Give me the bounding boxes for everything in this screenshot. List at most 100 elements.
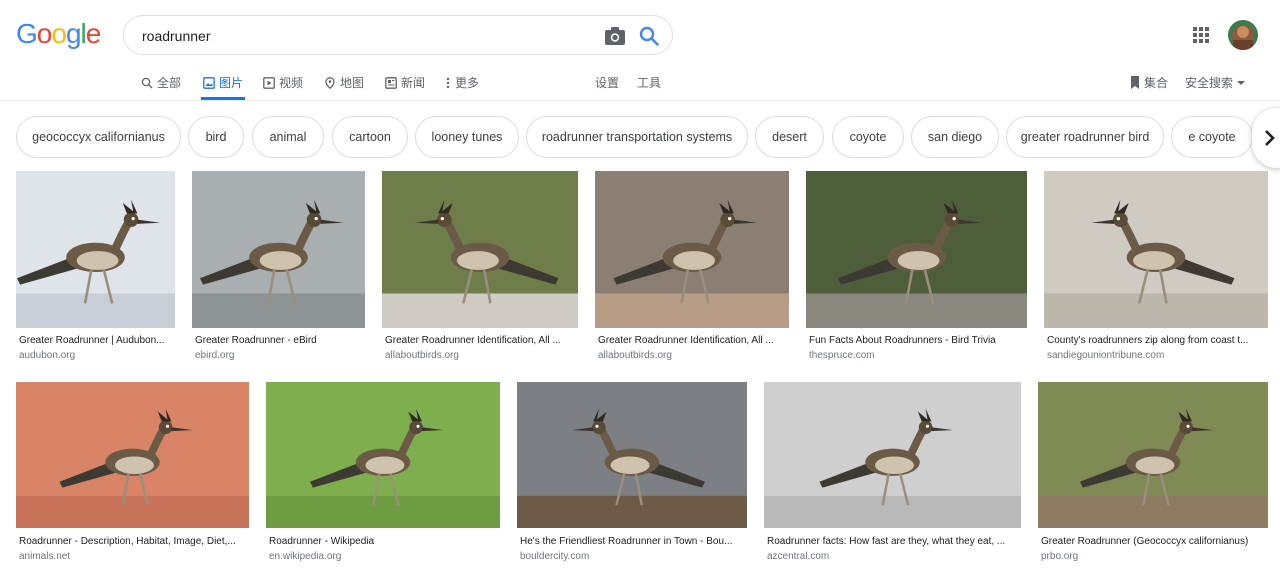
google-logo[interactable]: Google	[16, 18, 102, 50]
search-icon[interactable]	[638, 25, 660, 47]
result-thumbnail[interactable]	[192, 171, 365, 328]
logo-letter: o	[36, 18, 53, 49]
settings-label: 设置	[595, 76, 620, 90]
tab-images[interactable]: 图片	[203, 74, 243, 91]
collections-link[interactable]: 集合	[1130, 74, 1168, 91]
logo-letter: g	[65, 18, 82, 49]
collections-label: 集合	[1144, 76, 1169, 90]
news-icon	[385, 76, 397, 89]
result-domain: bouldercity.com	[520, 551, 590, 562]
search-box	[123, 15, 673, 55]
tab-label: 图片	[219, 76, 244, 90]
image-result[interactable]: County's roadrunners zip along from coas…	[1044, 171, 1268, 364]
image-icon	[203, 76, 215, 89]
tab-more[interactable]: 更多	[445, 74, 479, 91]
result-domain: animals.net	[19, 551, 71, 562]
apps-grid-icon[interactable]	[1192, 26, 1210, 44]
avatar[interactable]	[1228, 20, 1258, 50]
result-domain: thespruce.com	[809, 350, 875, 361]
tab-maps[interactable]: 地图	[324, 74, 364, 91]
chip[interactable]: cartoon	[332, 116, 408, 158]
result-thumbnail[interactable]	[266, 382, 500, 528]
logo-letter: G	[16, 18, 38, 49]
result-caption[interactable]: Greater Roadrunner Identification, All .…	[598, 335, 788, 346]
logo-letter: e	[85, 18, 102, 49]
search-nav: 全部 图片 视频 地图 新闻 更多 设置 工具 集合 安全搜索	[0, 74, 1280, 90]
image-result[interactable]: Greater Roadrunner (Geococcyx california…	[1038, 382, 1268, 565]
result-caption[interactable]: Greater Roadrunner (Geococcyx california…	[1041, 536, 1267, 547]
map-pin-icon	[325, 76, 335, 89]
search-icon	[141, 77, 153, 88]
tools-label: 工具	[637, 76, 662, 90]
tab-label: 视频	[279, 76, 304, 90]
result-caption[interactable]: Greater Roadrunner Identification, All .…	[385, 335, 577, 346]
image-result[interactable]: He's the Friendliest Roadrunner in Town …	[517, 382, 747, 565]
related-chips: geococcyx californianus bird animal cart…	[0, 116, 1280, 158]
image-result[interactable]: Greater Roadrunner | Audubon... audubon.o…	[16, 171, 175, 364]
result-thumbnail[interactable]	[1044, 171, 1268, 328]
result-domain: audubon.org	[19, 350, 76, 361]
chip[interactable]: geococcyx californianus	[16, 116, 181, 158]
header-divider	[0, 100, 1280, 101]
result-thumbnail[interactable]	[16, 171, 175, 328]
result-domain: ebird.org	[195, 350, 235, 361]
play-icon	[263, 76, 275, 89]
result-thumbnail[interactable]	[517, 382, 747, 528]
result-caption[interactable]: Roadrunner - Wikipedia	[269, 536, 499, 547]
result-domain: sandiegouniontribune.com	[1047, 350, 1165, 361]
result-thumbnail[interactable]	[595, 171, 789, 328]
image-result[interactable]: Roadrunner - Wikipedia en.wikipedia.org	[266, 382, 500, 565]
result-caption[interactable]: County's roadrunners zip along from coas…	[1047, 335, 1267, 346]
logo-letter: o	[51, 18, 67, 49]
settings-link[interactable]: 设置	[595, 74, 619, 91]
image-result[interactable]: Roadrunner facts: How fast are they, wha…	[764, 382, 1021, 565]
result-thumbnail[interactable]	[382, 171, 578, 328]
chip[interactable]: coyote	[832, 116, 904, 158]
chip[interactable]: animal	[252, 116, 324, 158]
image-result[interactable]: Greater Roadrunner - eBird ebird.org	[192, 171, 365, 364]
result-caption[interactable]: Greater Roadrunner - eBird	[195, 335, 364, 346]
result-thumbnail[interactable]	[16, 382, 249, 528]
result-thumbnail[interactable]	[764, 382, 1021, 528]
chip[interactable]: looney tunes	[415, 116, 519, 158]
chip[interactable]: e coyote	[1171, 116, 1253, 158]
result-domain: en.wikipedia.org	[269, 551, 342, 562]
camera-icon[interactable]	[604, 26, 626, 46]
bookmark-icon	[1131, 76, 1139, 89]
chip[interactable]: bird	[188, 116, 244, 158]
result-domain: allaboutbirds.org	[598, 350, 672, 361]
result-caption[interactable]: Roadrunner facts: How fast are they, wha…	[767, 536, 1020, 547]
safesearch-label: 安全搜索	[1185, 76, 1234, 90]
search-input[interactable]	[142, 26, 582, 46]
tab-label: 地图	[340, 76, 365, 90]
chevron-right-icon	[1265, 130, 1275, 146]
image-result[interactable]: Fun Facts About Roadrunners - Bird Trivi…	[806, 171, 1027, 364]
result-caption[interactable]: Greater Roadrunner | Audubon...	[19, 335, 174, 346]
caret-down-icon	[1237, 80, 1246, 85]
tools-link[interactable]: 工具	[637, 74, 661, 91]
tab-all[interactable]: 全部	[141, 74, 181, 91]
more-vert-icon	[446, 77, 450, 88]
tab-label: 更多	[455, 76, 480, 90]
image-result[interactable]: Roadrunner - Description, Habitat, Image…	[16, 382, 249, 565]
tab-videos[interactable]: 视频	[263, 74, 303, 91]
chip[interactable]: san diego	[911, 116, 999, 158]
result-domain: allaboutbirds.org	[385, 350, 459, 361]
chip[interactable]: roadrunner transportation systems	[526, 116, 748, 158]
result-thumbnail[interactable]	[1038, 382, 1268, 528]
safesearch-dropdown[interactable]: 安全搜索	[1185, 74, 1246, 91]
result-caption[interactable]: He's the Friendliest Roadrunner in Town …	[520, 536, 746, 547]
result-thumbnail[interactable]	[806, 171, 1027, 328]
result-domain: azcentral.com	[767, 551, 830, 562]
chips-next-button[interactable]	[1252, 108, 1280, 168]
tab-label: 新闻	[401, 76, 426, 90]
chip[interactable]: greater roadrunner bird	[1006, 116, 1164, 158]
result-caption[interactable]: Roadrunner - Description, Habitat, Image…	[19, 536, 248, 547]
result-domain: prbo.org	[1041, 551, 1079, 562]
image-result[interactable]: Greater Roadrunner Identification, All .…	[382, 171, 578, 364]
result-caption[interactable]: Fun Facts About Roadrunners - Bird Trivi…	[809, 335, 1026, 346]
chip[interactable]: desert	[755, 116, 824, 158]
tab-label: 全部	[157, 76, 182, 90]
image-result[interactable]: Greater Roadrunner Identification, All .…	[595, 171, 789, 364]
tab-news[interactable]: 新闻	[385, 74, 425, 91]
